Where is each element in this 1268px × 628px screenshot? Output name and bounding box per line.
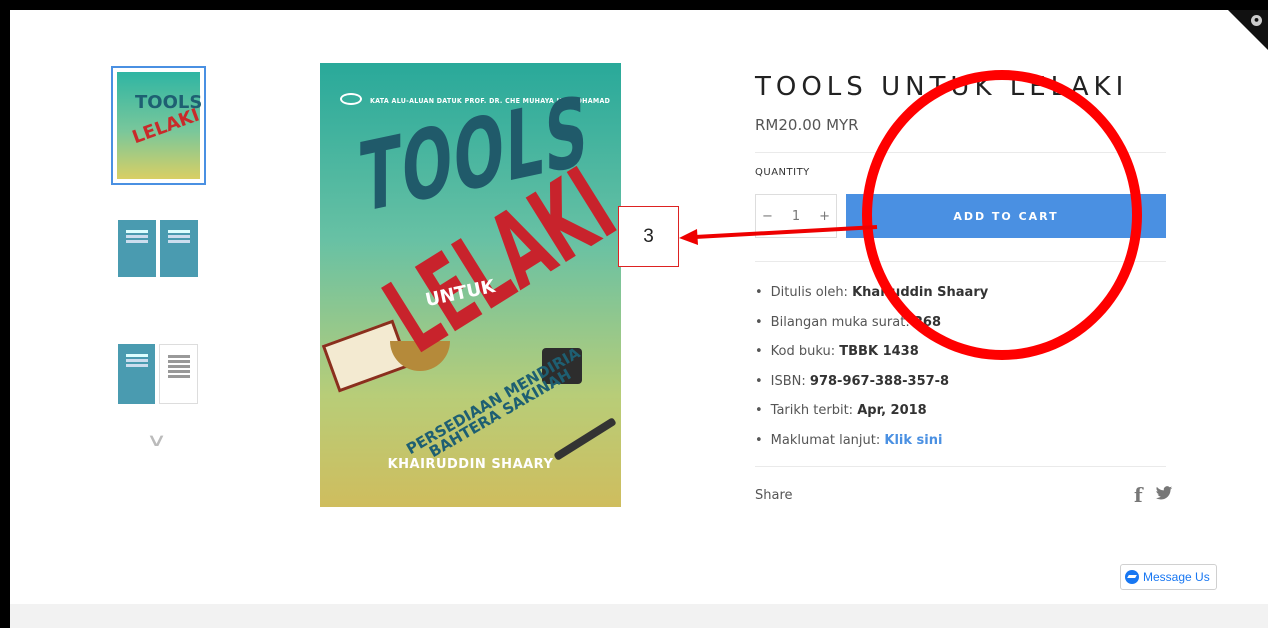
share-icons: f <box>1134 483 1173 507</box>
annotation-arrow <box>679 225 878 245</box>
detail-isbn: ISBN: 978-967-388-357-8 <box>755 367 988 397</box>
annotation-circle <box>862 70 1142 360</box>
share-label: Share <box>755 488 793 503</box>
corner-settings-icon[interactable]: • <box>1251 15 1262 26</box>
quantity-label: QUANTITY <box>755 167 810 178</box>
publisher-logo <box>340 93 362 105</box>
thumbnail-page-right <box>160 220 198 277</box>
more-info-link[interactable]: Klik sini <box>884 433 942 448</box>
product-price: RM20.00 MYR <box>755 116 859 134</box>
thumbnail-page-right <box>159 344 198 404</box>
messenger-button[interactable]: Message Us <box>1120 564 1217 590</box>
corner-overlay <box>1228 10 1268 50</box>
thumbnail-page-left <box>118 344 155 404</box>
thumbnail-cover[interactable]: TOOLS LELAKI <box>111 66 206 185</box>
thumbnail-spread-2[interactable] <box>118 344 198 404</box>
messenger-icon <box>1125 570 1139 584</box>
divider <box>755 466 1166 467</box>
twitter-icon[interactable] <box>1155 483 1173 503</box>
product-page: • TOOLS LELAKI ∨ KATA ALU-ALUAN DATUK PR… <box>10 10 1268 628</box>
main-cover-image[interactable]: KATA ALU-ALUAN DATUK PROF. DR. CHE MUHAY… <box>320 63 621 507</box>
footer-band <box>10 604 1268 628</box>
thumbnail-spread-1[interactable] <box>118 220 198 277</box>
detail-publish-date: Tarikh terbit: Apr, 2018 <box>755 396 988 426</box>
messenger-label: Message Us <box>1143 570 1210 584</box>
cover-pen-illustration <box>553 417 617 461</box>
chevron-down-icon[interactable]: ∨ <box>146 430 167 451</box>
cover-author: KHAIRUDDIN SHAARY <box>387 457 554 472</box>
thumbnail-cover-image: TOOLS LELAKI <box>117 72 202 179</box>
annotation-number: 3 <box>643 225 654 247</box>
thumbnail-page-left <box>118 220 156 277</box>
facebook-icon[interactable]: f <box>1134 483 1143 507</box>
annotation-number-box: 3 <box>618 206 679 267</box>
detail-more-info: Maklumat lanjut: Klik sini <box>755 426 988 456</box>
